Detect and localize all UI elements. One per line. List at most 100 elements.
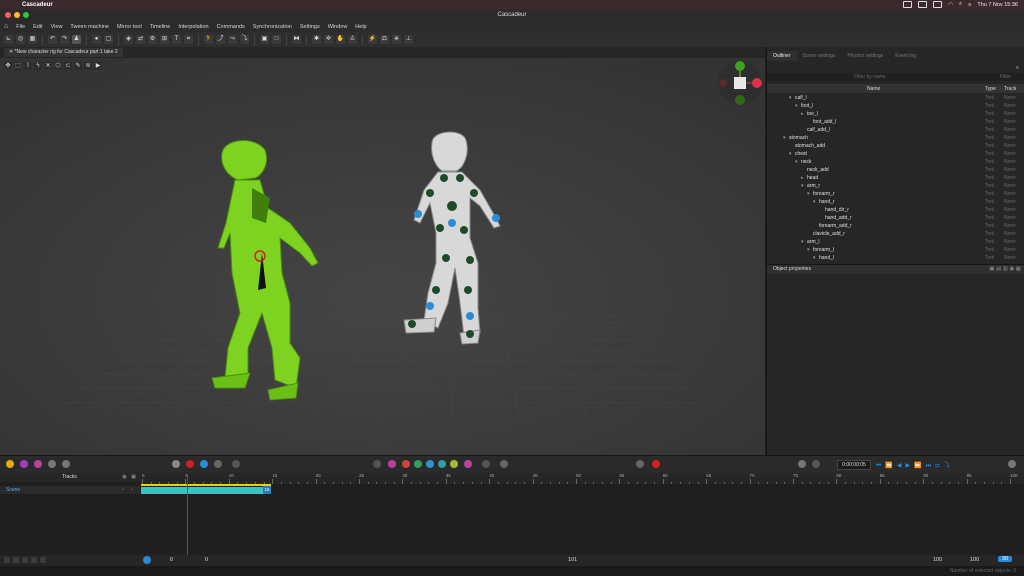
outliner-row[interactable]: ▾ neck Tool None [767, 158, 1024, 166]
clock[interactable]: Thu 7 Nov 15:36 [977, 2, 1018, 8]
menu-file[interactable]: File [12, 24, 29, 30]
curve-icon[interactable] [373, 460, 381, 468]
measure-icon[interactable]: ⊥ [404, 35, 413, 44]
outliner-row[interactable]: neck_add Tool None [767, 166, 1024, 174]
expand-arrow-icon[interactable]: ▾ [813, 254, 816, 261]
frame-mode-icon[interactable] [143, 556, 151, 564]
outliner-row[interactable]: ▾ forearm_r Tool None [767, 190, 1024, 198]
wifi-icon[interactable]: ◠ [948, 2, 953, 8]
arc-red-icon[interactable] [402, 460, 410, 468]
duplicate-icon[interactable] [31, 557, 37, 563]
jump-pose-icon[interactable]: ⤴ [216, 35, 225, 44]
fps-field[interactable]: 30 [998, 556, 1013, 562]
nav-icon[interactable] [482, 460, 490, 468]
expand-arrow-icon[interactable]: ▸ [801, 174, 804, 182]
menu-commands[interactable]: Commands [213, 24, 249, 30]
brush-icon[interactable]: ✎ [74, 62, 82, 70]
zoom-tool-icon[interactable] [812, 460, 820, 468]
sync-icon[interactable] [500, 460, 508, 468]
frame-icon[interactable]: ▣ [260, 35, 269, 44]
app-name[interactable]: Cascadeur [22, 2, 53, 8]
crop-icon[interactable]: ⌗ [184, 35, 193, 44]
range-icon[interactable] [652, 460, 660, 468]
outliner-row[interactable]: ▾ calf_l Tool None [767, 94, 1024, 102]
add-layer-icon[interactable] [4, 557, 10, 563]
expand-arrow-icon[interactable]: ▾ [789, 150, 792, 158]
menu-view[interactable]: View [47, 24, 67, 30]
mirror-icon[interactable]: ⧓ [292, 35, 301, 44]
eraser-icon[interactable]: ◈ [124, 35, 133, 44]
expand-arrow-icon[interactable]: ▸ [801, 110, 804, 118]
outliner-row[interactable]: foot_add_l Tool None [767, 118, 1024, 126]
redo-icon[interactable]: ↷ [60, 35, 69, 44]
3d-viewport[interactable]: ✥ ⬚ ⌇ ϟ ✕ ⬡ ⊂ ✎ ≋ ▶ [0, 58, 765, 455]
step-icon[interactable] [232, 460, 240, 468]
menu-timeline[interactable]: Timeline [146, 24, 175, 30]
outliner-row[interactable]: hand_add_r Tool None [767, 214, 1024, 222]
outliner-row[interactable]: hand_dir_r Tool None [767, 206, 1024, 214]
hand-icon[interactable]: ✋ [336, 35, 345, 44]
arc-blue-icon[interactable] [426, 460, 434, 468]
menu-window[interactable]: Window [324, 24, 352, 30]
playback-controls[interactable]: ⏮⏪◀▶⏩⏭⇄⤵ [876, 460, 954, 470]
outliner-row[interactable]: ▾ chest Tool None [767, 150, 1024, 158]
expand-arrow-icon[interactable]: ▾ [783, 134, 786, 142]
expand-arrow-icon[interactable]: ▾ [801, 238, 804, 246]
panel-controls[interactable]: ▣ ▤ ▥ ◉ ▦ [989, 266, 1021, 272]
axis-icon[interactable]: ⊾ [4, 35, 13, 44]
magnet-icon[interactable]: ⊂ [64, 62, 72, 70]
search-icon[interactable]: ⌕ [959, 1, 962, 8]
square-icon[interactable]: □ [272, 35, 281, 44]
outliner-row[interactable]: ▾ hand_l Tool None [767, 254, 1024, 261]
copy-icon[interactable] [22, 557, 28, 563]
walk-pose-icon[interactable]: ⤳ [228, 35, 237, 44]
menu-help[interactable]: Help [351, 24, 370, 30]
kick-pose-icon[interactable]: ⤵ [240, 35, 249, 44]
hand-tool-icon[interactable] [798, 460, 806, 468]
gear-icon[interactable]: ⚙ [148, 35, 157, 44]
expand-arrow-icon[interactable]: ▾ [813, 198, 816, 206]
balance-icon[interactable]: ⚖ [380, 35, 389, 44]
menu-tween-machine[interactable]: Tween machine [66, 24, 113, 30]
expand-arrow-icon[interactable]: ▾ [795, 102, 798, 110]
interval-icon[interactable] [20, 460, 28, 468]
fit-icon[interactable] [636, 460, 644, 468]
fixed-pink-icon[interactable] [464, 460, 472, 468]
outliner-row[interactable]: ▸ head Tool None [767, 174, 1024, 182]
outliner-row[interactable]: ▾ arm_r Tool None [767, 182, 1024, 190]
select-rect-icon[interactable]: ⬚ [14, 62, 22, 70]
target-icon[interactable]: ◎ [16, 35, 25, 44]
outliner-row[interactable]: forearm_add_r Tool None [767, 222, 1024, 230]
lasso-icon[interactable]: ⌇ [24, 62, 32, 70]
text-icon[interactable]: T [172, 35, 181, 44]
trash-icon[interactable] [172, 460, 180, 468]
run-pose-icon[interactable]: 🏃 [204, 35, 213, 44]
tab-event-log[interactable]: Event log [889, 51, 922, 61]
filter-input[interactable]: Filter by name [854, 74, 886, 80]
folder-icon[interactable] [13, 557, 19, 563]
tab-scene-settings[interactable]: Scene settings [797, 51, 842, 61]
delete-icon[interactable] [40, 557, 46, 563]
column-type[interactable]: Type [985, 86, 996, 92]
arc-green-icon[interactable] [414, 460, 422, 468]
joint-icon[interactable]: ✱ [312, 35, 321, 44]
arc-cyan-icon[interactable] [438, 460, 446, 468]
dot-icon[interactable]: ● [92, 35, 101, 44]
menu-interpolation[interactable]: Interpolation [174, 24, 212, 30]
tab-physics-settings[interactable]: Physics settings [841, 51, 889, 61]
screen-icon[interactable] [903, 1, 913, 8]
box-icon[interactable]: ▢ [104, 35, 113, 44]
control-center-icon[interactable]: ≡ [968, 2, 971, 8]
switch-icon[interactable]: ⇄ [136, 35, 145, 44]
fk-icon[interactable]: ϟ [34, 62, 42, 70]
outliner-row[interactable]: ▾ forearm_l Tool None [767, 246, 1024, 254]
transform-icon[interactable]: ⊞ [160, 35, 169, 44]
menu-edit[interactable]: Edit [29, 24, 46, 30]
clock-icon[interactable] [214, 460, 222, 468]
video-camera-icon[interactable]: ▶ [94, 62, 102, 70]
fixed-icon[interactable] [34, 460, 42, 468]
tab-outliner[interactable]: Outliner [767, 51, 797, 61]
interp-icon[interactable] [388, 460, 396, 468]
flag-icon[interactable] [186, 460, 194, 468]
expand-arrow-icon[interactable]: ▾ [807, 246, 810, 254]
